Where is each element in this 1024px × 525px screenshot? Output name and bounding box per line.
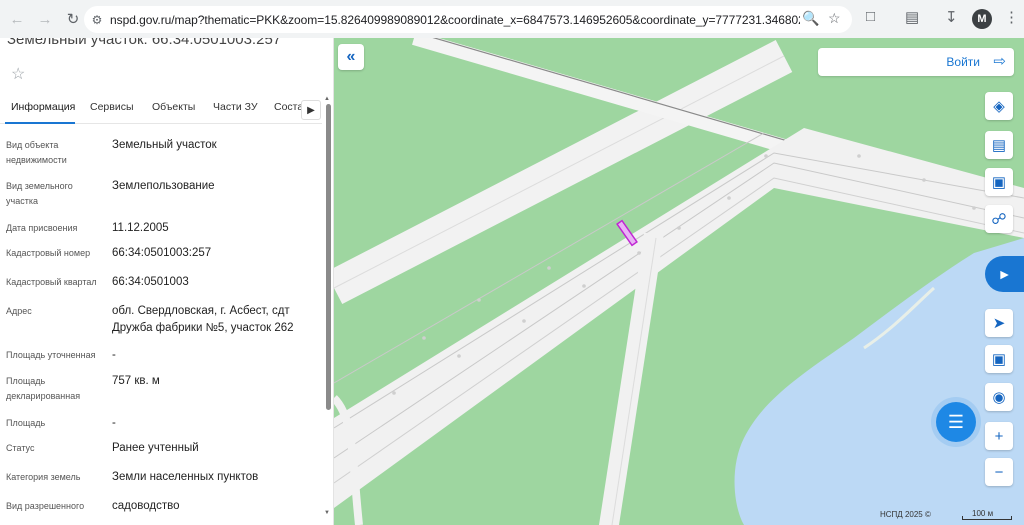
login-arrow-icon[interactable]: ⇨: [993, 52, 1006, 70]
chat-icon[interactable]: ☰: [936, 402, 976, 442]
bookmark-star-icon[interactable]: ☆: [828, 10, 841, 27]
field-value: Земельный участок: [112, 139, 217, 151]
field-value: 11.12.2005: [112, 222, 169, 234]
zoom-icon[interactable]: 🔍: [802, 10, 819, 27]
scrollbar-thumb[interactable]: [326, 104, 331, 410]
site-info-icon[interactable]: ⚙: [84, 13, 110, 27]
field-label: Вид объекта недвижимости: [6, 140, 67, 165]
scroll-up-icon[interactable]: ▲: [324, 96, 330, 102]
tab-composition[interactable]: Соста: [274, 101, 303, 113]
field-value: Земли населенных пунктов: [112, 471, 259, 483]
profile-avatar[interactable]: M: [972, 9, 992, 29]
tab-parts[interactable]: Части ЗУ: [213, 101, 258, 113]
reload-icon[interactable]: ↻: [62, 8, 84, 30]
ruler-icon[interactable]: ▤: [985, 131, 1013, 159]
field-label: Вид разрешенного: [6, 501, 85, 511]
field-label: Площадь: [6, 418, 46, 428]
scroll-down-icon[interactable]: ▼: [324, 510, 330, 516]
map-graphics: [334, 38, 1024, 525]
menu-icon[interactable]: ⋮: [1004, 8, 1019, 26]
field-value: -: [112, 417, 116, 429]
download-icon[interactable]: ↧: [945, 8, 958, 26]
field-value: -: [112, 349, 116, 361]
geolocation-icon[interactable]: ◉: [985, 383, 1013, 411]
field-label: Кадастровый номер: [6, 248, 91, 258]
login-label[interactable]: Войти: [946, 55, 980, 69]
field-label: Категория земель: [6, 472, 81, 482]
map-canvas[interactable]: [334, 38, 1024, 525]
tab-services[interactable]: Сервисы: [90, 101, 134, 113]
collapse-panel-icon[interactable]: «: [338, 44, 364, 70]
info-tabs: Информация Сервисы Объекты Части ЗУ Сост…: [0, 96, 322, 124]
field-label: Дата присвоения: [6, 223, 78, 233]
url-text[interactable]: nspd.gov.ru/map?thematic=PKK&zoom=15.826…: [110, 13, 800, 27]
field-value: Землепользование: [112, 180, 215, 192]
tab-objects[interactable]: Объекты: [152, 101, 195, 113]
gosuslugi-icon[interactable]: ►: [985, 256, 1024, 292]
scale-bar: [962, 516, 1012, 520]
zoom-out-icon[interactable]: −: [985, 458, 1013, 486]
back-arrow-icon[interactable]: ←: [6, 8, 28, 30]
field-value: Ранее учтенный: [112, 442, 199, 454]
field-value: 66:34:0501003:257: [112, 247, 212, 259]
login-button[interactable]: Войти ⇨: [818, 48, 1014, 76]
upper-road-edge: [334, 55, 785, 289]
field-value: 66:34:0501003: [112, 276, 189, 288]
copyright: НСПД 2025 ©: [880, 510, 931, 519]
field-label: Статус: [6, 443, 35, 453]
select-area-icon[interactable]: ▣: [985, 168, 1013, 196]
browser-toolbar: ← → ↻ ⚙ nspd.gov.ru/map?thematic=PKK&zoo…: [0, 0, 1024, 38]
parcel-title: Земельный участок: 66:34:0501003:257: [7, 38, 282, 48]
forward-arrow-icon[interactable]: →: [34, 8, 56, 30]
address-bar[interactable]: ⚙ nspd.gov.ru/map?thematic=PKK&zoom=15.8…: [84, 6, 852, 33]
field-label: Площадь декларированная: [6, 376, 81, 401]
field-value: садоводство: [112, 500, 180, 512]
locate-icon[interactable]: ➤: [985, 309, 1013, 337]
tab-search-icon[interactable]: ▤: [905, 8, 919, 26]
field-value: обл. Свердловская, г. Асбест, сдт Дружба…: [112, 305, 294, 334]
field-label: Площадь уточненная: [6, 350, 96, 360]
field-label: Кадастровый квартал: [6, 277, 97, 287]
extensions-icon[interactable]: □: [866, 8, 875, 25]
share-icon[interactable]: ☍: [985, 205, 1013, 233]
field-label: Адрес: [6, 306, 32, 316]
field-label: Вид земельного участка: [6, 181, 73, 206]
active-tab-indicator: [5, 122, 75, 124]
tab-info[interactable]: Информация: [11, 101, 75, 113]
favorite-star-icon[interactable]: ☆: [11, 64, 25, 84]
field-value: 757 кв. м: [112, 375, 160, 387]
minimap-icon[interactable]: ▣: [985, 345, 1013, 373]
parcel-info-panel: Земельный участок: 66:34:0501003:257 ☆ И…: [0, 38, 334, 525]
zoom-in-icon[interactable]: +: [985, 422, 1013, 450]
lake: [734, 238, 1024, 525]
tabs-next-chevron-icon[interactable]: ▶: [301, 100, 321, 120]
layers-icon[interactable]: ◈: [985, 92, 1013, 120]
